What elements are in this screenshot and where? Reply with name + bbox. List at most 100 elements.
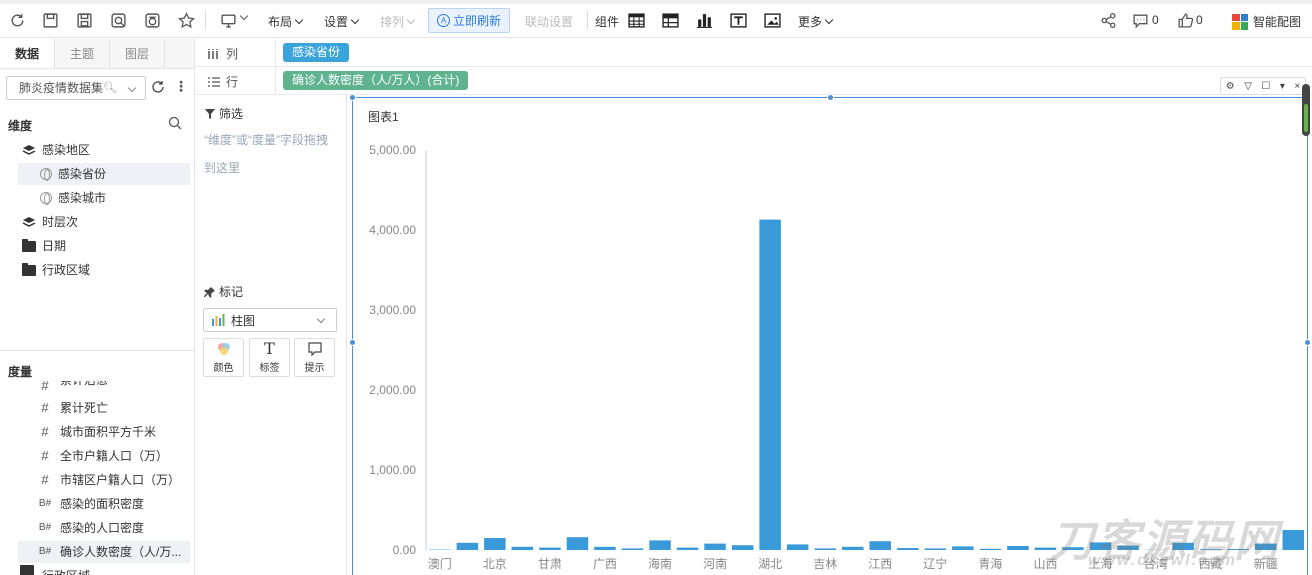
chevron-down-icon bbox=[316, 314, 326, 324]
columns-icon bbox=[208, 48, 218, 59]
columns-label: 列 bbox=[226, 47, 239, 61]
text-icon[interactable] bbox=[729, 11, 747, 29]
chart-title: 图表1 bbox=[368, 110, 399, 124]
tab-theme[interactable]: 主题 bbox=[55, 39, 110, 68]
y-tick-label: 4,000.00 bbox=[369, 223, 416, 237]
measure-item[interactable]: # 市辖区户籍人口（万） bbox=[38, 469, 190, 491]
share-icon[interactable] bbox=[1099, 11, 1117, 29]
rows-shelf[interactable]: 行 确诊人数密度（人/万人）(合计) bbox=[195, 67, 1312, 95]
refresh-icon[interactable] bbox=[150, 79, 166, 95]
bar bbox=[566, 537, 589, 550]
search-icon: 🔍︎ bbox=[103, 82, 117, 94]
measure-item[interactable]: # 城市面积平方千米 bbox=[38, 421, 190, 443]
rows-icon bbox=[208, 76, 220, 87]
pin-icon bbox=[204, 286, 215, 298]
chevron-down-icon[interactable] bbox=[237, 11, 249, 25]
column-field-pill[interactable]: 感染省份 bbox=[283, 43, 350, 62]
filter-section-title: 筛选 bbox=[204, 105, 243, 122]
more-menu[interactable]: 更多 bbox=[798, 13, 834, 30]
color-palette-icon bbox=[217, 343, 230, 355]
filter-drop-zone[interactable]: “维度”或“度量”字段拖拽到这里 bbox=[204, 126, 334, 182]
measure-item[interactable]: # 累计治愈 bbox=[38, 381, 190, 391]
x-tick-label: 青海 bbox=[978, 556, 1002, 571]
shelf-divider bbox=[275, 67, 276, 95]
sort-menu[interactable]: 排列 bbox=[380, 13, 416, 30]
bar bbox=[842, 546, 864, 550]
datasource-select[interactable]: 肺炎疫情数据集 🔍︎ bbox=[6, 76, 146, 100]
refresh-icon[interactable] bbox=[8, 11, 26, 29]
measure-item[interactable]: 行政区域 bbox=[20, 565, 172, 575]
panel-divider bbox=[0, 350, 194, 351]
dimensions-title: 维度 bbox=[8, 119, 33, 133]
preview-icon[interactable] bbox=[109, 11, 127, 29]
tab-data[interactable]: 数据 bbox=[0, 39, 55, 68]
folder-icon bbox=[22, 238, 36, 252]
maximize-icon[interactable]: ☐ bbox=[1261, 81, 1270, 92]
dimension-item[interactable]: 感染地区 bbox=[18, 139, 190, 161]
dimension-item[interactable]: 日期 bbox=[18, 235, 190, 257]
measure-item[interactable]: B# 确诊人数密度（人/万... bbox=[18, 541, 190, 563]
bar bbox=[869, 541, 891, 550]
hierarchy-icon bbox=[22, 217, 36, 227]
toolbar-divider bbox=[205, 10, 206, 30]
data-panel: 数据 主题 图层 肺炎疫情数据集 🔍︎ ⋮ 维度 感染地区 感染省份 感染城市 … bbox=[0, 39, 195, 575]
x-tick-label: 海南 bbox=[648, 556, 672, 571]
folder-icon bbox=[20, 565, 34, 575]
color-mark-button[interactable]: 颜色 bbox=[203, 338, 244, 377]
measure-item[interactable]: B# 感染的人口密度 bbox=[38, 517, 190, 539]
columns-shelf[interactable]: 列 感染省份 bbox=[195, 39, 1312, 67]
dimension-item[interactable]: 感染城市 bbox=[18, 187, 190, 209]
bar bbox=[649, 540, 671, 550]
bar bbox=[704, 543, 726, 550]
like-icon[interactable] bbox=[1176, 11, 1194, 29]
filter-icon[interactable]: ▽ bbox=[1244, 81, 1252, 92]
geo-icon bbox=[40, 192, 52, 205]
label-mark-button[interactable]: T 标签 bbox=[249, 338, 290, 377]
measure-item[interactable]: B# 感染的面积密度 bbox=[38, 493, 190, 515]
resize-handle[interactable] bbox=[827, 94, 834, 101]
linkage-settings-button[interactable]: 联动设置 bbox=[525, 13, 573, 30]
mark-type-select[interactable]: 柱图 bbox=[203, 308, 337, 332]
bar bbox=[456, 542, 479, 550]
publish-icon[interactable] bbox=[143, 11, 161, 29]
table-icon[interactable] bbox=[627, 11, 645, 29]
measure-item[interactable]: # 累计死亡 bbox=[38, 397, 190, 419]
crosstab-icon[interactable] bbox=[661, 11, 679, 29]
tooltip-mark-button[interactable]: 提示 bbox=[294, 338, 335, 377]
dropdown-icon[interactable]: ▾ bbox=[1280, 81, 1285, 92]
bar bbox=[814, 548, 836, 550]
x-tick-label: 辽宁 bbox=[923, 556, 947, 571]
y-tick-label: 2,000.00 bbox=[369, 383, 416, 397]
comment-icon[interactable] bbox=[1131, 11, 1149, 29]
star-icon[interactable] bbox=[177, 11, 195, 29]
save-as-icon[interactable] bbox=[75, 11, 93, 29]
search-icon[interactable] bbox=[168, 116, 182, 130]
display-icon[interactable] bbox=[219, 11, 237, 29]
hierarchy-icon bbox=[22, 145, 36, 155]
settings-icon[interactable]: ⚙ bbox=[1226, 81, 1235, 92]
vertical-scrollbar[interactable] bbox=[1302, 84, 1310, 136]
close-icon[interactable]: × bbox=[1294, 81, 1300, 92]
image-icon[interactable] bbox=[763, 11, 781, 29]
bar bbox=[484, 538, 506, 550]
dimension-item[interactable]: 感染省份 bbox=[18, 163, 190, 185]
chevron-down-icon bbox=[127, 83, 137, 93]
geo-icon bbox=[40, 168, 52, 181]
bar bbox=[676, 547, 699, 550]
save-icon[interactable] bbox=[41, 11, 59, 29]
layout-menu[interactable]: 布局 bbox=[268, 13, 304, 30]
dimension-item[interactable]: 行政区域 bbox=[18, 259, 190, 281]
row-field-pill[interactable]: 确诊人数密度（人/万人）(合计) bbox=[283, 71, 469, 90]
tab-layers[interactable]: 图层 bbox=[110, 39, 165, 68]
dimension-item[interactable]: 时层次 bbox=[18, 211, 190, 233]
measure-item[interactable]: # 全市户籍人口（万） bbox=[38, 445, 190, 467]
smart-chart-button[interactable]: 智能配图 bbox=[1232, 13, 1301, 30]
resize-handle[interactable] bbox=[349, 94, 356, 101]
bar bbox=[1282, 530, 1304, 550]
bar-chart-icon[interactable] bbox=[695, 11, 713, 29]
more-vertical-icon[interactable]: ⋮ bbox=[174, 79, 188, 95]
refresh-now-button[interactable]: A 立即刷新 bbox=[428, 8, 510, 33]
y-tick-label: 3,000.00 bbox=[369, 303, 416, 317]
settings-menu[interactable]: 设置 bbox=[324, 13, 360, 30]
bar bbox=[594, 546, 616, 550]
